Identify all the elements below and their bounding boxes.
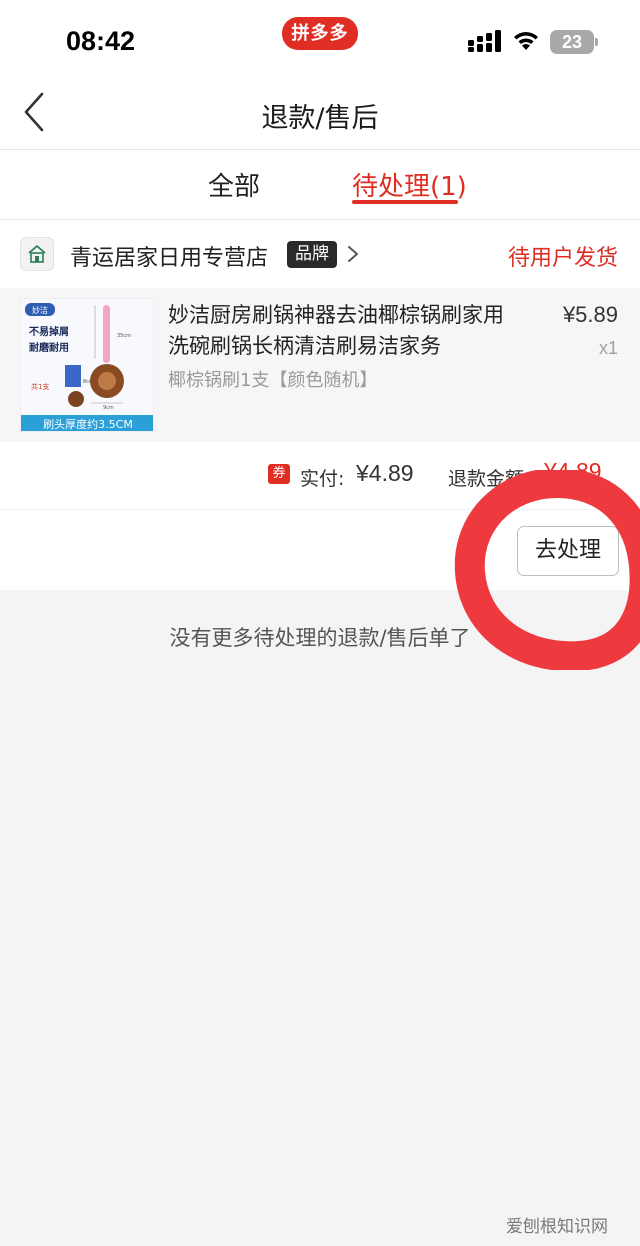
image-bottom-text: 刷头厚度约3.5CM: [43, 417, 133, 431]
tab-all[interactable]: 全部: [208, 166, 260, 203]
refund-status: 待用户发货: [507, 246, 618, 271]
product-title[interactable]: 妙洁厨房刷锅神器去油椰棕锅刷家用洗碗刷锅长柄清洁刷易洁家务: [168, 300, 518, 362]
refund-order-card: 青运居家日用专营店 品牌 待用户发货 妙洁 不易掉屑 耐磨耐用 35cm 8cm: [0, 220, 640, 590]
no-more-message: 没有更多待处理的退款/售后单了: [169, 626, 471, 650]
signal-icon: [468, 30, 502, 52]
app-logo-badge: 拼多多: [282, 17, 358, 50]
chevron-right-icon: [348, 246, 358, 262]
wifi-icon: [512, 28, 540, 52]
tab-bar: 全部 待处理(1): [0, 150, 640, 220]
product-row[interactable]: 妙洁 不易掉屑 耐磨耐用 35cm 8cm 9cm 共1支 刷头厚度约3.5CM…: [0, 288, 640, 442]
handle-button[interactable]: 去处理: [517, 526, 619, 576]
paid-label: 实付:: [300, 468, 345, 490]
image-count-text: 共1支: [31, 382, 49, 391]
tab-pending[interactable]: 待处理(1): [352, 166, 467, 203]
refund-amount: ¥4.89: [544, 458, 602, 484]
navigation-bar: 退款/售后: [0, 78, 640, 150]
page-title: 退款/售后: [261, 103, 379, 134]
coupon-icon: 券: [268, 464, 290, 484]
product-quantity: x1: [598, 338, 618, 358]
header-area: 08:42 拼多多 23 退款/售后 全部 待处理(1): [0, 0, 640, 220]
refund-amount-label: 退款金额: [448, 468, 525, 490]
active-tab-indicator: [352, 200, 458, 204]
battery-icon: 23: [550, 30, 598, 54]
paid-amount: ¥4.89: [356, 460, 414, 486]
image-dim-width: 9cm: [103, 405, 114, 411]
product-spec: 椰棕锅刷1支【颜色随机】: [168, 370, 378, 391]
action-row: 去处理: [0, 510, 640, 590]
status-bar: 08:42 拼多多 23: [0, 0, 640, 78]
store-icon: [20, 237, 54, 271]
store-name[interactable]: 青运居家日用专营店: [70, 240, 268, 272]
image-dim-height: 35cm: [117, 333, 131, 339]
status-time: 08:42: [66, 26, 136, 56]
image-line2-text: 耐磨耐用: [29, 341, 69, 354]
image-brand-text: 妙洁: [32, 305, 48, 315]
product-image[interactable]: 妙洁 不易掉屑 耐磨耐用 35cm 8cm 9cm 共1支 刷头厚度约3.5CM: [20, 298, 154, 432]
brand-badge: 品牌: [287, 241, 337, 268]
image-line1-text: 不易掉屑: [29, 325, 69, 338]
product-thumbnail: 妙洁 不易掉屑 耐磨耐用 35cm 8cm 9cm 共1支 刷头厚度约3.5CM: [21, 299, 153, 431]
watermark-text: 爱刨根知识网: [506, 1217, 608, 1237]
image-dim-head: 8cm: [83, 379, 94, 385]
battery-tip: [595, 38, 598, 46]
battery-level: 23: [550, 30, 594, 54]
store-row[interactable]: 青运居家日用专营店 品牌 待用户发货: [0, 220, 640, 288]
amount-row: 券 实付: ¥4.89 退款金额 ¥4.89: [0, 442, 640, 510]
product-price: ¥5.89: [562, 302, 618, 327]
